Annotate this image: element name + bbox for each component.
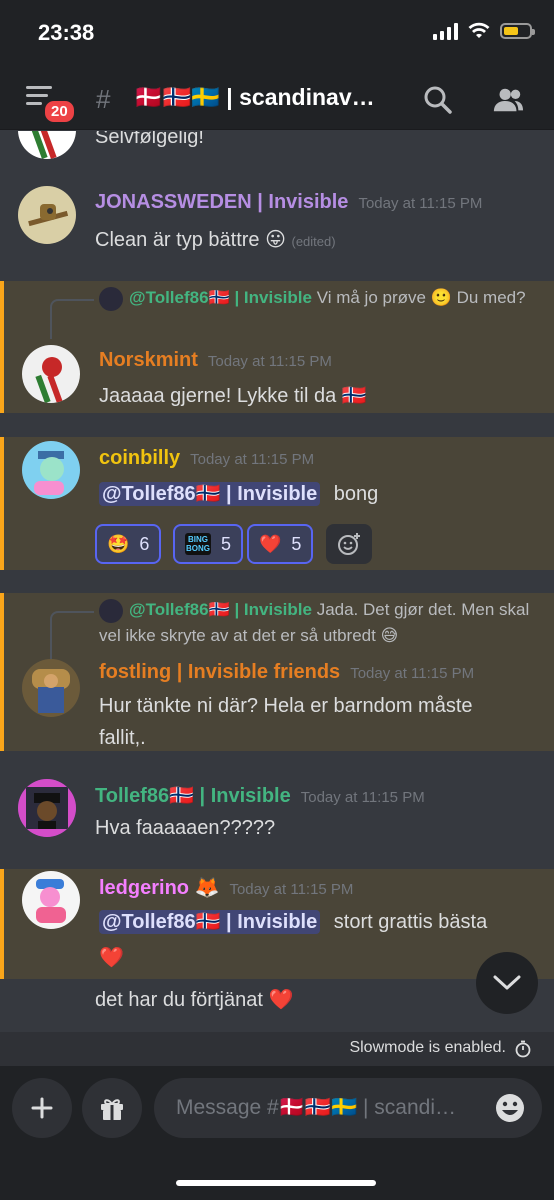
reaction-emoji: ❤️ <box>259 533 282 554</box>
reaction-count: 6 <box>139 533 150 554</box>
username[interactable]: coinbilly <box>99 447 180 469</box>
message-list[interactable]: Selvfølgelig! JONASSWEDEN | Invisible Tod… <box>0 131 554 1031</box>
reaction-bing-bong[interactable]: BING BONG 5 <box>173 524 244 564</box>
message-text: Hva faaaaaen????? <box>95 817 276 839</box>
channel-title[interactable]: 🇩🇰🇳🇴🇸🇪 | scandinav… <box>134 84 375 111</box>
members-icon[interactable] <box>492 84 524 116</box>
avatar[interactable] <box>18 186 76 244</box>
reply-connector <box>50 611 94 661</box>
avatar[interactable] <box>18 131 76 159</box>
menu-button[interactable]: 20 <box>26 86 77 125</box>
timestamp: Today at 11:15 PM <box>350 665 475 682</box>
stopwatch-icon <box>515 1040 531 1058</box>
message-item[interactable]: Tollef86🇳🇴 | Invisible Today at 11:15 PM … <box>0 771 554 861</box>
jump-to-bottom-button[interactable] <box>476 952 538 1014</box>
gift-button[interactable] <box>82 1078 142 1138</box>
wifi-icon <box>468 22 490 38</box>
notification-badge: 20 <box>42 98 77 125</box>
message-placeholder: Message #🇩🇰🇳🇴🇸🇪 | scandi… <box>176 1096 456 1119</box>
timestamp: Today at 11:15 PM <box>358 195 483 212</box>
timestamp: Today at 11:15 PM <box>300 789 425 806</box>
plus-icon <box>31 1097 53 1119</box>
username[interactable]: ledgerino 🦊 <box>99 877 219 899</box>
bing-bong-emoji: BING BONG <box>185 533 211 555</box>
message-item[interactable]: ledgerino 🦊 Today at 11:15 PM @Tollef86🇳🇴… <box>0 869 554 979</box>
battery-icon <box>500 23 535 39</box>
message-item[interactable]: Selvfølgelig! <box>0 131 554 171</box>
reaction-count: 5 <box>291 533 302 554</box>
add-reaction-icon <box>338 533 360 555</box>
reply-author: @Tollef86🇳🇴 | Invisible <box>129 288 312 307</box>
home-indicator <box>176 1180 376 1186</box>
message-input[interactable]: Message #🇩🇰🇳🇴🇸🇪 | scandi… <box>154 1078 542 1138</box>
reply-preview[interactable]: @Tollef86🇳🇴 | Invisible Vi må jo prøve 🙂… <box>99 285 539 311</box>
message-item[interactable]: coinbilly Today at 11:15 PM @Tollef86🇳🇴 |… <box>0 437 554 570</box>
edited-label: (edited) <box>291 234 336 249</box>
avatar[interactable] <box>22 871 80 929</box>
message-text-continued: ❤️ <box>99 947 124 969</box>
avatar[interactable] <box>22 659 80 717</box>
message-text: Selvfølgelig! <box>95 131 204 148</box>
reply-connector <box>50 299 94 339</box>
reply-avatar <box>99 598 123 623</box>
avatar[interactable] <box>22 345 80 403</box>
message-text-continued: fallit,. <box>99 727 146 749</box>
emoji-picker-icon[interactable] <box>494 1092 526 1124</box>
locked-channel-icon: # <box>96 84 111 114</box>
status-time: 23:38 <box>38 20 95 45</box>
status-bar: 23:38 <box>0 0 554 70</box>
avatar[interactable] <box>18 779 76 837</box>
timestamp: Today at 11:15 PM <box>190 451 315 468</box>
chevron-down-icon <box>493 975 521 990</box>
reply-avatar <box>99 286 123 311</box>
timestamp: Today at 11:15 PM <box>207 353 332 370</box>
channel-header: 20 # 🇩🇰🇳🇴🇸🇪 | scandinav… <box>0 70 554 130</box>
timestamp: Today at 11:15 PM <box>229 881 354 898</box>
username[interactable]: JONASSWEDEN | Invisible <box>95 191 348 213</box>
reaction-emoji: 🤩 <box>107 533 130 554</box>
slowmode-text: Slowmode is enabled. <box>349 1039 506 1056</box>
username[interactable]: Tollef86🇳🇴 | Invisible <box>95 785 291 807</box>
reaction-heart[interactable]: ❤️ 5 <box>247 524 314 564</box>
add-reaction-button[interactable] <box>326 524 372 564</box>
message-text: det har du förtjänat ❤️ <box>95 989 294 1011</box>
add-attachment-button[interactable] <box>12 1078 72 1138</box>
gift-icon <box>101 1099 123 1120</box>
message-item[interactable]: @Tollef86🇳🇴 | Invisible Vi må jo prøve 🙂… <box>0 281 554 413</box>
username[interactable]: Norskmint <box>99 349 198 371</box>
user-mention[interactable]: @Tollef86🇳🇴 | Invisible <box>99 910 321 934</box>
message-text: Clean är typ bättre 😛 <box>95 229 286 251</box>
search-icon[interactable] <box>422 84 454 116</box>
reply-preview[interactable]: @Tollef86🇳🇴 | Invisible Jada. Det gjør d… <box>99 597 539 649</box>
reaction-star-struck[interactable]: 🤩 6 <box>95 524 162 564</box>
message-text: stort grattis bästa <box>333 911 488 933</box>
message-text: Jaaaaa gjerne! Lykke til da 🇳🇴 <box>99 385 367 407</box>
user-mention[interactable]: @Tollef86🇳🇴 | Invisible <box>99 482 321 506</box>
reply-text: Vi må jo prøve 🙂 Du med? <box>316 288 526 307</box>
reply-author: @Tollef86🇳🇴 | Invisible <box>129 600 312 619</box>
message-item[interactable]: JONASSWEDEN | Invisible Today at 11:15 PM… <box>0 171 554 271</box>
reaction-count: 5 <box>221 533 232 554</box>
username[interactable]: fostling | Invisible friends <box>99 661 340 683</box>
message-text: Hur tänkte ni där? Hela er barndom måste <box>99 695 473 717</box>
message-composer: Message #🇩🇰🇳🇴🇸🇪 | scandi… <box>0 1066 554 1200</box>
message-text: bong <box>333 483 379 505</box>
avatar[interactable] <box>22 441 80 499</box>
cellular-signal-icon <box>433 22 458 40</box>
status-icons <box>433 22 535 40</box>
message-item[interactable]: det har du förtjänat ❤️ <box>0 979 554 1029</box>
slowmode-bar: Slowmode is enabled. <box>0 1032 554 1066</box>
message-item[interactable]: @Tollef86🇳🇴 | Invisible Jada. Det gjør d… <box>0 593 554 751</box>
